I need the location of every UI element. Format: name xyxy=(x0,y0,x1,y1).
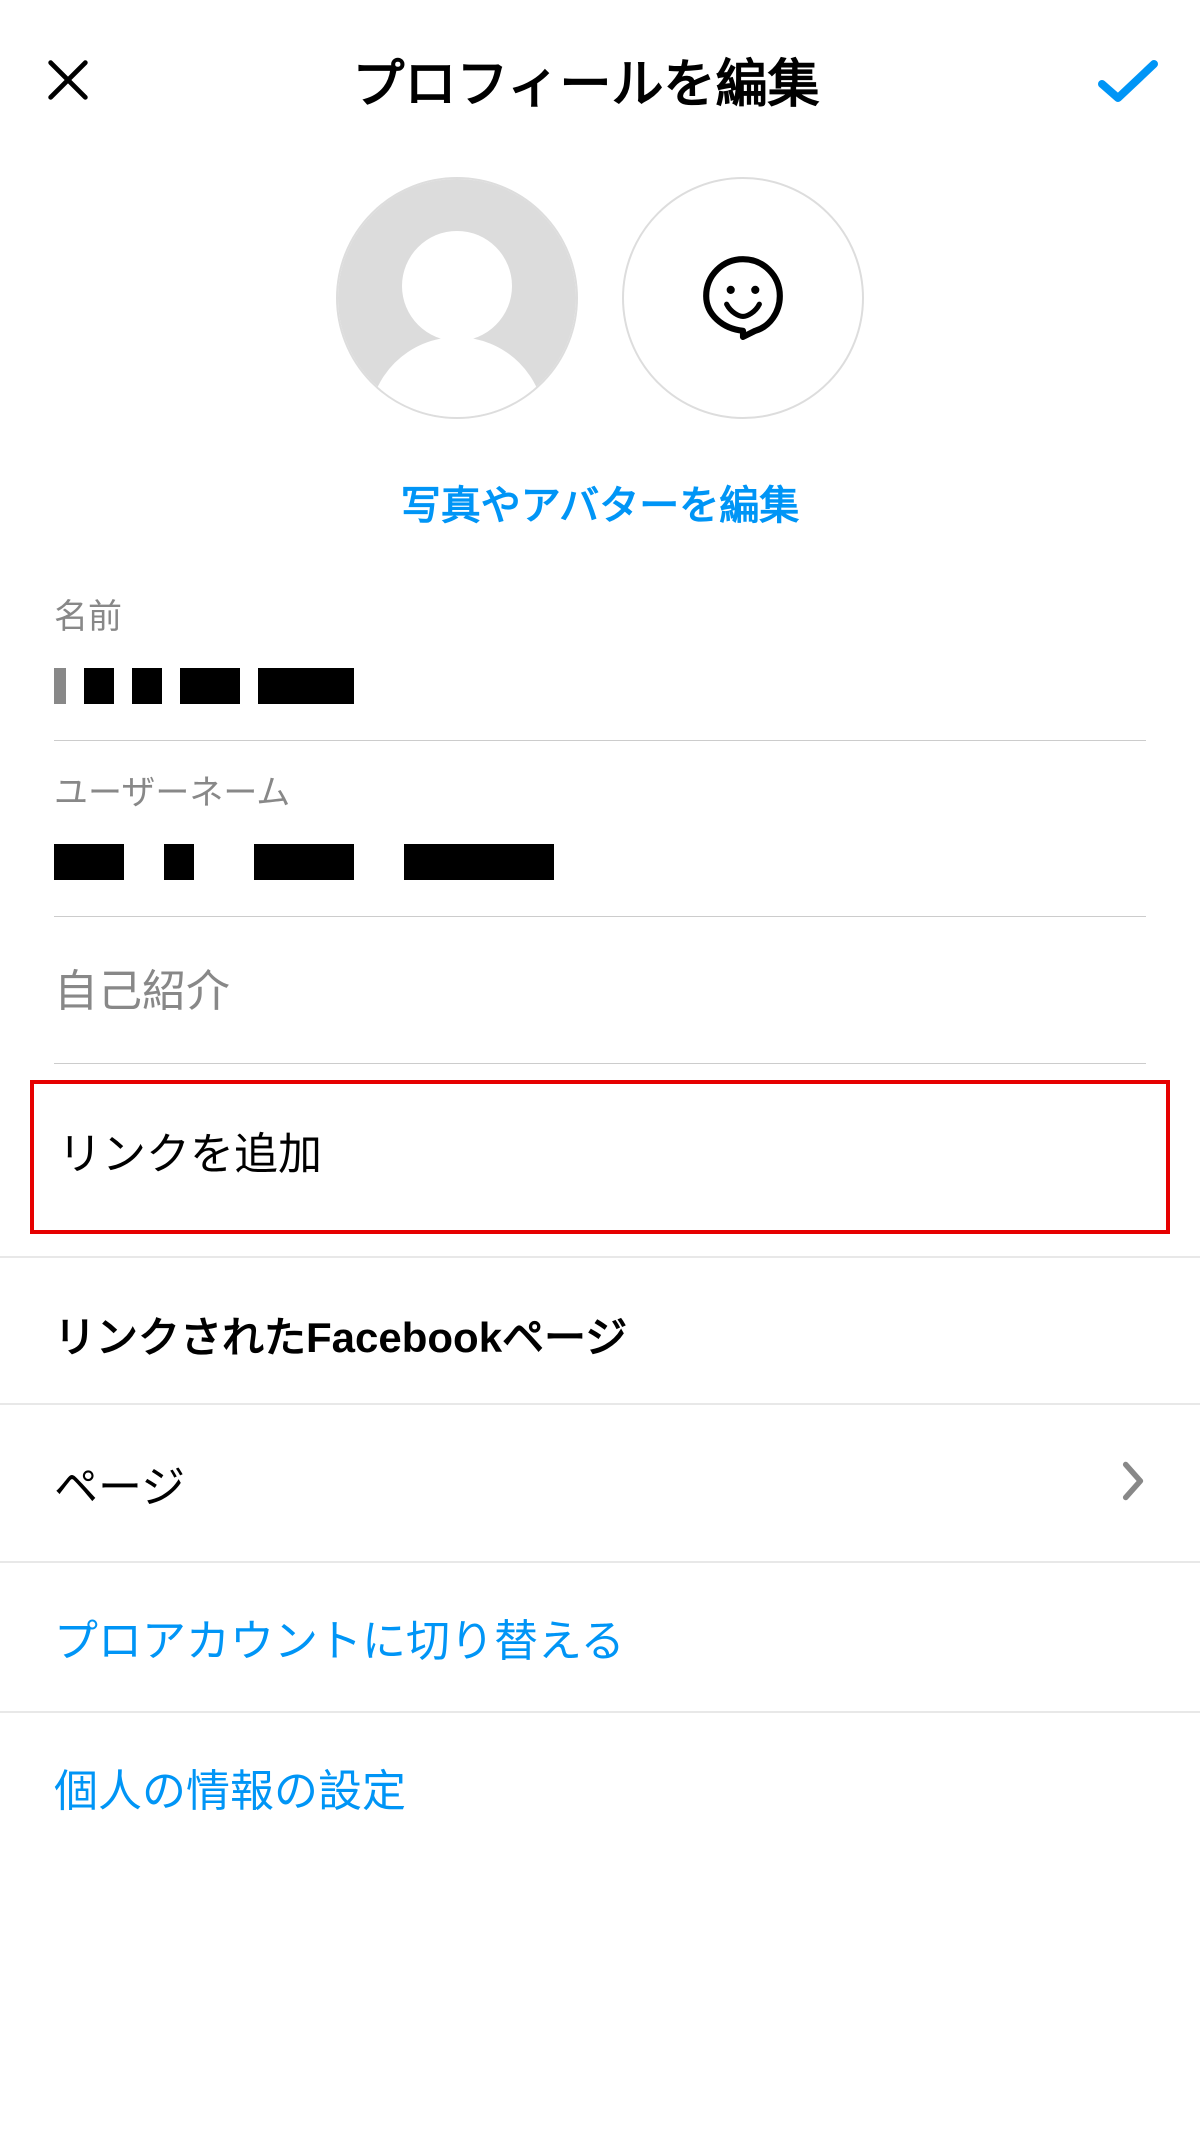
username-label: ユーザーネーム xyxy=(54,765,1146,814)
profile-photo-button[interactable] xyxy=(336,177,578,419)
name-value xyxy=(54,666,1146,714)
section-divider xyxy=(0,1234,1200,1258)
face-icon xyxy=(698,251,788,346)
linked-facebook-title: リンクされたFacebookページ xyxy=(54,1304,1146,1365)
username-field[interactable]: ユーザーネーム xyxy=(54,741,1146,917)
bio-placeholder: 自己紹介 xyxy=(54,955,1146,1019)
switch-pro-account-label: プロアカウントに切り替える xyxy=(54,1605,1146,1669)
name-field[interactable]: 名前 xyxy=(54,565,1146,741)
chevron-right-icon xyxy=(1120,1459,1146,1508)
personal-info-label: 個人の情報の設定 xyxy=(54,1755,1146,1819)
person-icon xyxy=(338,179,576,417)
add-link-field[interactable]: リンクを追加 xyxy=(30,1080,1170,1234)
bio-field[interactable]: 自己紹介 xyxy=(54,917,1146,1064)
facebook-page-label: ページ xyxy=(54,1451,185,1515)
personal-info-settings-link[interactable]: 個人の情報の設定 xyxy=(0,1713,1200,1861)
header: プロフィールを編集 xyxy=(0,0,1200,159)
page-title: プロフィールを編集 xyxy=(76,42,1096,117)
name-label: 名前 xyxy=(54,589,1146,638)
username-value xyxy=(54,842,1146,890)
confirm-icon[interactable] xyxy=(1096,48,1160,112)
avatar-button[interactable] xyxy=(622,177,864,419)
facebook-page-row[interactable]: ページ xyxy=(0,1403,1200,1563)
linked-facebook-section: リンクされたFacebookページ xyxy=(0,1258,1200,1403)
edit-avatar-link[interactable]: 写真やアバターを編集 xyxy=(0,449,1200,565)
add-link-label: リンクを追加 xyxy=(58,1118,1142,1182)
form-section: 名前 ユーザーネーム 自己紹介 リンクを追加 xyxy=(0,565,1200,1258)
avatar-section xyxy=(0,159,1200,449)
switch-pro-account-link[interactable]: プロアカウントに切り替える xyxy=(0,1563,1200,1713)
